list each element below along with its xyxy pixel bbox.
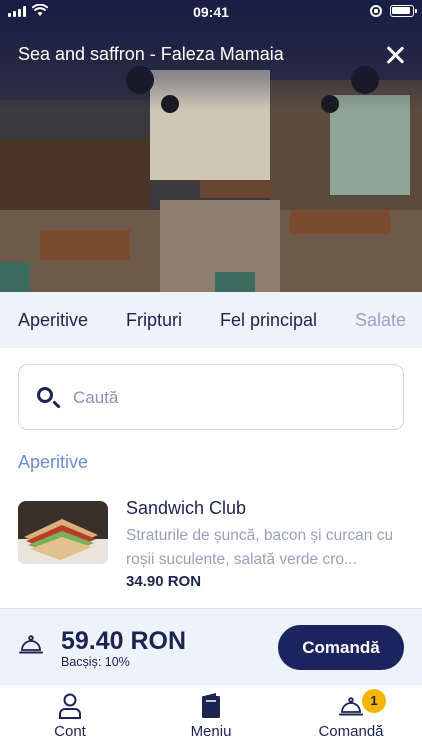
tip-label: Bacșiș: 10% xyxy=(61,655,130,669)
tab-salate[interactable]: Salate xyxy=(355,310,406,331)
user-icon xyxy=(59,693,81,719)
search-icon xyxy=(37,387,53,403)
close-icon[interactable] xyxy=(382,42,408,68)
nav-label-comanda: Comandă xyxy=(318,723,384,740)
section-title: Aperitive xyxy=(18,452,89,472)
orientation-lock-icon xyxy=(370,5,382,17)
cart-count-badge: 1 xyxy=(362,689,386,713)
status-bar: 09:41 xyxy=(0,0,422,24)
order-button[interactable]: Comandă xyxy=(278,625,404,670)
cloche-icon xyxy=(19,635,43,654)
bottom-nav: Cont Meniu Comandă xyxy=(0,684,422,750)
tab-fel-principal[interactable]: Fel principal xyxy=(220,310,317,331)
search-box xyxy=(18,364,404,430)
nav-label-cont: Cont xyxy=(54,723,86,740)
battery-icon xyxy=(390,5,417,17)
item-description: Straturile de șuncă, bacon și curcan cu … xyxy=(126,527,394,568)
order-summary-bar: 59.40 RON Bacșiș: 10% Comandă xyxy=(0,608,422,684)
item-price: 34.90 RON xyxy=(126,573,202,590)
nav-item-meniu[interactable]: Meniu xyxy=(161,685,261,750)
restaurant-hero-image: 09:41 Sea and saffron - Faleza Mamaia xyxy=(0,0,422,292)
tab-fripturi[interactable]: Fripturi xyxy=(126,310,182,331)
sandwich-image[interactable] xyxy=(18,501,108,564)
nav-item-comanda[interactable]: Comandă xyxy=(301,685,401,750)
cloche-icon xyxy=(339,697,363,716)
nav-item-cont[interactable]: Cont xyxy=(20,685,120,750)
search-input[interactable] xyxy=(73,383,373,413)
restaurant-title: Sea and saffron - Faleza Mamaia xyxy=(18,44,284,64)
category-tabs: Aperitive Fripturi Fel principal Salate xyxy=(0,292,422,348)
order-total: 59.40 RON xyxy=(61,627,187,655)
item-name[interactable]: Sandwich Club xyxy=(126,498,246,519)
nav-label-meniu: Meniu xyxy=(190,723,232,740)
menu-book-icon xyxy=(202,693,220,718)
status-time: 09:41 xyxy=(193,4,229,20)
tab-aperitive[interactable]: Aperitive xyxy=(18,310,88,331)
